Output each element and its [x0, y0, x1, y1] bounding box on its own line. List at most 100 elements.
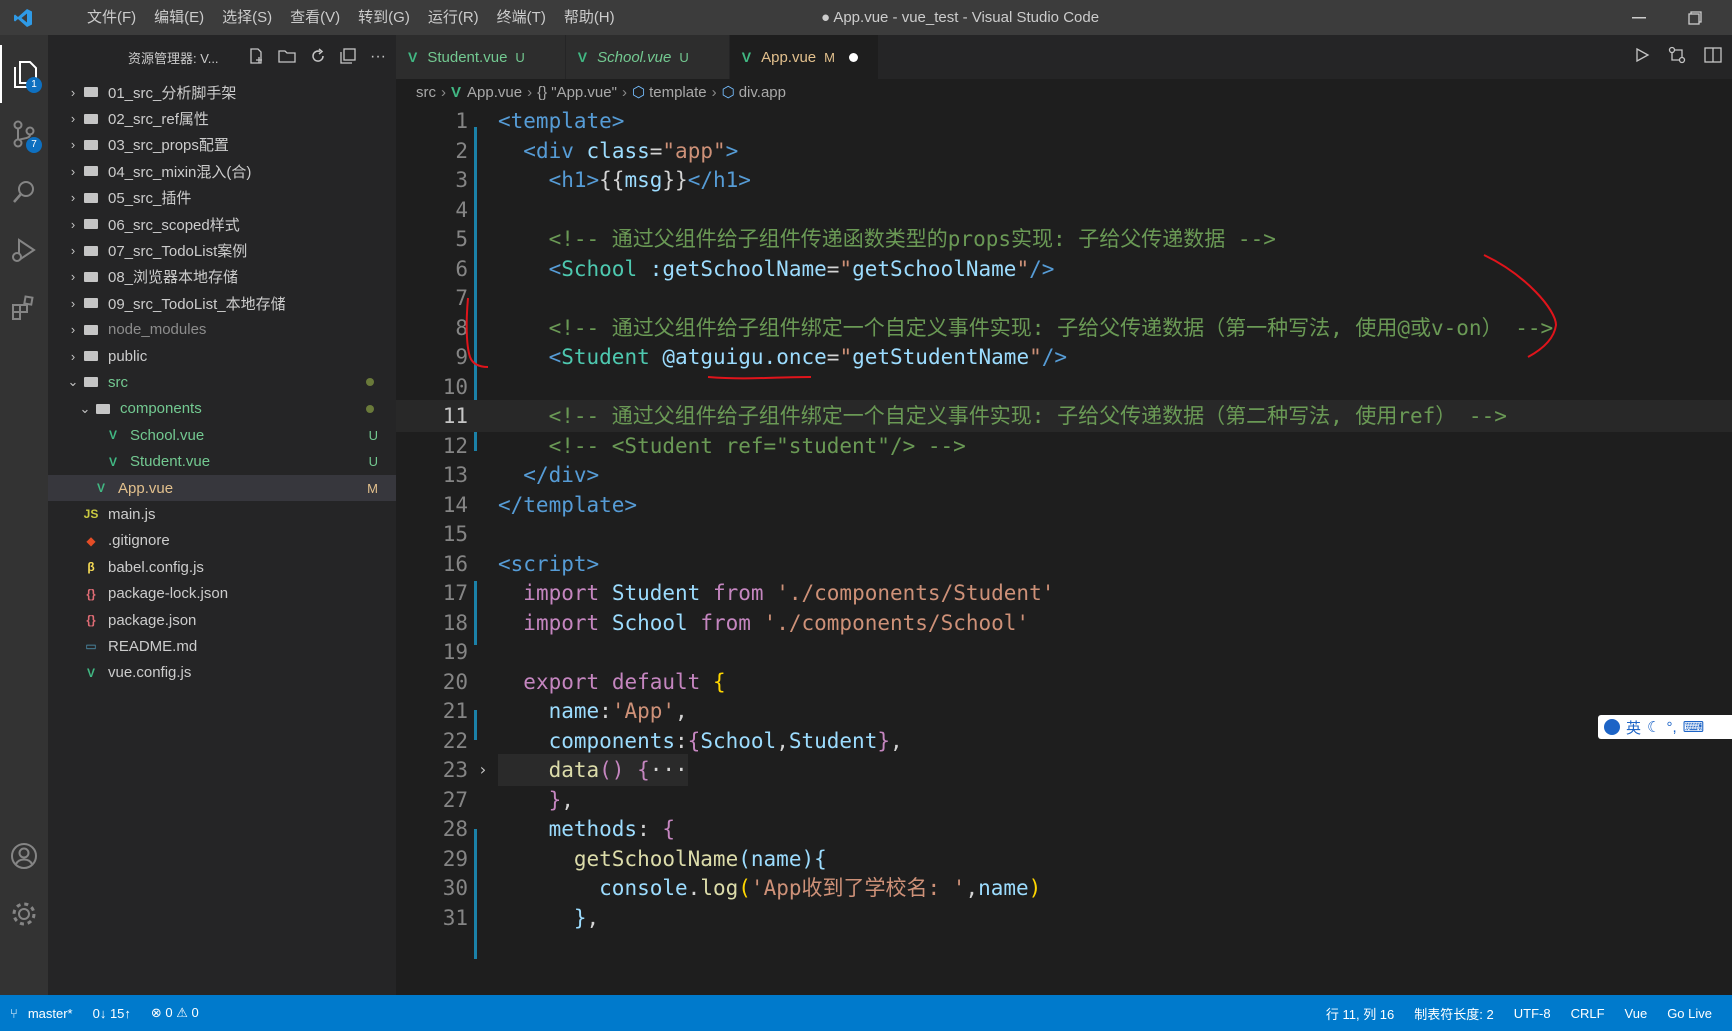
- tree-file[interactable]: Vvue.config.js: [48, 660, 396, 686]
- chevron-right-icon: ›: [711, 83, 717, 101]
- tree-file[interactable]: ◆ .gitignore: [48, 528, 396, 554]
- tree-folder[interactable]: › public: [48, 343, 396, 369]
- go-live-button[interactable]: Go Live: [1657, 1006, 1722, 1021]
- menu-item[interactable]: 终端(T): [488, 0, 555, 35]
- git-status: M: [367, 480, 378, 496]
- breadcrumb-template[interactable]: template: [649, 84, 707, 101]
- tree-folder[interactable]: ⌄ src: [48, 369, 396, 395]
- tree-file[interactable]: {} package.json: [48, 607, 396, 633]
- menu-item[interactable]: 文件(F): [78, 0, 145, 35]
- compare-changes-icon[interactable]: [1668, 46, 1686, 69]
- breadcrumb-module[interactable]: {} "App.vue": [537, 84, 617, 101]
- tree-folder[interactable]: › 01_src_分析脚手架: [48, 79, 396, 105]
- tree-item-label: School.vue: [130, 426, 205, 444]
- refresh-icon[interactable]: [310, 47, 326, 67]
- tree-file[interactable]: V School.vue U: [48, 422, 396, 448]
- code-editor[interactable]: 1 <template> 2 <div class="app"> 3 <h1>{{…: [396, 105, 1732, 995]
- settings-gear-icon[interactable]: [0, 885, 48, 943]
- more-actions-icon[interactable]: ···: [370, 48, 386, 66]
- encoding[interactable]: UTF-8: [1504, 1006, 1561, 1021]
- tree-file[interactable]: {} package-lock.json: [48, 580, 396, 606]
- folder-icon: [84, 113, 98, 124]
- cursor-position[interactable]: 行 11, 列 16: [1316, 1004, 1404, 1023]
- tree-folder[interactable]: › 08_浏览器本地存储: [48, 264, 396, 290]
- tab-app-vue[interactable]: V App.vue M: [729, 35, 879, 79]
- tree-item-label: package.json: [108, 611, 197, 629]
- menu-item[interactable]: 编辑(E): [145, 0, 213, 35]
- tree-item-label: Student.vue: [130, 453, 211, 471]
- folder-icon: [84, 87, 98, 98]
- tree-folder[interactable]: › 05_src_插件: [48, 185, 396, 211]
- scm-badge: 7: [26, 137, 42, 153]
- split-editor-icon[interactable]: [1704, 46, 1722, 69]
- tree-folder[interactable]: › 06_src_scoped样式: [48, 211, 396, 237]
- breadcrumb-src[interactable]: src: [416, 84, 436, 101]
- tree-file[interactable]: ▭ README.md: [48, 633, 396, 659]
- minimize-button[interactable]: [1616, 0, 1662, 35]
- extensions-icon[interactable]: [0, 279, 48, 337]
- sync-status[interactable]: 0↓ 15↑: [83, 1006, 141, 1021]
- language-mode[interactable]: Vue: [1615, 1006, 1658, 1021]
- search-icon[interactable]: [0, 163, 48, 221]
- end-of-line[interactable]: CRLF: [1561, 1006, 1615, 1021]
- menu-item[interactable]: 查看(V): [281, 0, 349, 35]
- tree-folder[interactable]: ⌄ components: [48, 396, 396, 422]
- tree-folder[interactable]: › 02_src_ref属性: [48, 105, 396, 131]
- tree-item-label: README.md: [108, 637, 198, 655]
- tree-folder[interactable]: › 03_src_props配置: [48, 132, 396, 158]
- explorer-icon[interactable]: 1: [0, 45, 48, 103]
- run-icon[interactable]: [1634, 47, 1650, 68]
- tree-item-label: 02_src_ref属性: [108, 111, 209, 129]
- chevron-icon: ⌄: [67, 374, 79, 390]
- tree-file[interactable]: V App.vue M: [48, 474, 396, 502]
- breadcrumb: src › V App.vue › {} "App.vue" › ⬡ templ…: [396, 79, 1732, 105]
- tree-folder[interactable]: › 04_src_mixin混入(合): [48, 158, 396, 184]
- ime-toolbar[interactable]: 英 ☾ °, ⌨: [1598, 715, 1732, 739]
- unsaved-dot-icon[interactable]: [848, 52, 858, 62]
- breadcrumb-div[interactable]: div.app: [739, 84, 786, 101]
- indentation[interactable]: 制表符长度: 2: [1404, 1004, 1503, 1023]
- tree-item-label: 01_src_分析脚手架: [108, 84, 237, 102]
- problems-status[interactable]: ⊗ 0 ⚠ 0: [141, 1005, 209, 1021]
- tab-school-vue[interactable]: V School.vue U: [565, 35, 730, 79]
- modified-dot-icon: [366, 378, 374, 387]
- folder-icon: [84, 271, 98, 282]
- account-icon[interactable]: [0, 827, 48, 885]
- vscode-logo-icon: [0, 0, 46, 35]
- tab-label: School.vue: [597, 48, 672, 66]
- tree-item-label: 08_浏览器本地存储: [108, 269, 239, 287]
- new-folder-icon[interactable]: [278, 48, 296, 67]
- moon-icon: ☾: [1647, 719, 1661, 736]
- breadcrumb-file[interactable]: App.vue: [467, 84, 522, 101]
- collapse-all-icon[interactable]: [340, 47, 356, 67]
- git-branch[interactable]: master*: [28, 1006, 83, 1021]
- chevron-icon: ›: [70, 84, 76, 100]
- menu-item[interactable]: 转到(G): [349, 0, 419, 35]
- file-tree: › 01_src_分析脚手架 › 02_src_ref属性 › 03_src_props配…: [48, 79, 396, 686]
- menu-item[interactable]: 选择(S): [213, 0, 281, 35]
- vue-file-icon: V: [108, 454, 117, 469]
- tab-git-status: M: [824, 49, 835, 65]
- tree-file[interactable]: V Student.vue U: [48, 448, 396, 474]
- restore-button[interactable]: [1672, 0, 1718, 35]
- menu-item[interactable]: 运行(R): [419, 0, 488, 35]
- new-file-icon[interactable]: [248, 47, 264, 67]
- folder-icon: [84, 192, 98, 203]
- punctuation-icon: °,: [1666, 718, 1677, 736]
- tree-folder[interactable]: › node_modules: [48, 317, 396, 343]
- tree-file[interactable]: β babel.config.js: [48, 554, 396, 580]
- tree-file[interactable]: JS main.js: [48, 501, 396, 527]
- tree-item-label: babel.config.js: [108, 558, 204, 576]
- window-title: ● App.vue - vue_test - Visual Studio Cod…: [820, 9, 1100, 26]
- menu-item[interactable]: 帮助(H): [555, 0, 624, 35]
- tree-folder[interactable]: › 07_src_TodoList案例: [48, 237, 396, 263]
- tab-git-status: U: [515, 49, 525, 65]
- tree-item-label: src: [108, 373, 128, 391]
- source-control-icon[interactable]: 7: [0, 105, 48, 163]
- chevron-icon: ›: [70, 216, 76, 232]
- tab-student-vue[interactable]: V Student.vue U: [396, 35, 566, 79]
- tree-folder[interactable]: › 09_src_TodoList_本地存储: [48, 290, 396, 316]
- ime-logo-icon: [1604, 719, 1620, 735]
- chevron-icon: ⌄: [79, 400, 91, 416]
- run-debug-icon[interactable]: [0, 221, 48, 279]
